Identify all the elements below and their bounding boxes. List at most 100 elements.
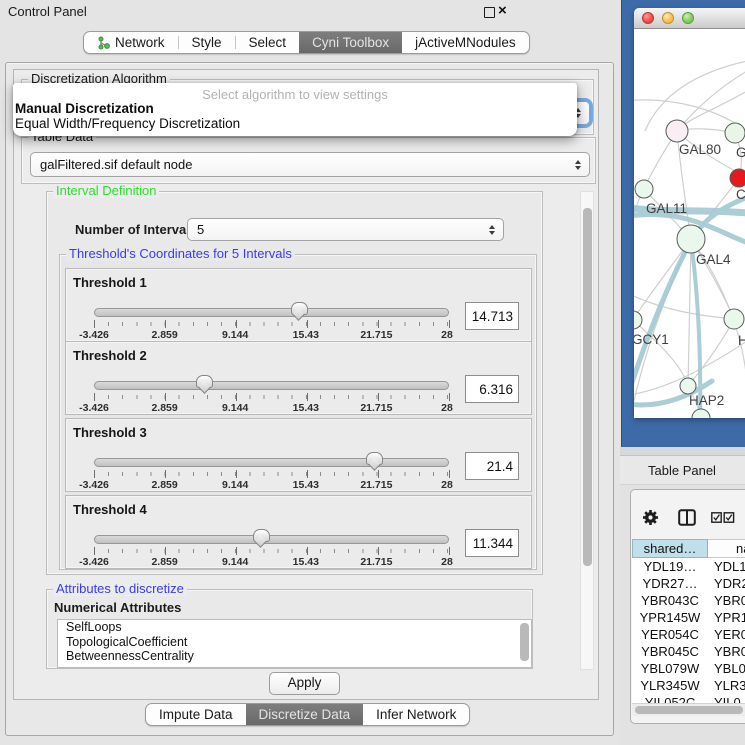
threshold-3-slider[interactable]: -3.426 2.859 9.144 15.43 21.715 28 xyxy=(94,455,449,489)
node-label: GAL11 xyxy=(646,201,687,216)
node-label: HAP2 xyxy=(689,393,724,408)
attributes-group: Attributes to discretize Numerical Attri… xyxy=(46,589,533,669)
table-row[interactable]: YBL079WYBL0 xyxy=(632,660,745,677)
threshold-4-value-field[interactable]: 11.344 xyxy=(465,529,519,557)
minimize-traffic-light-icon[interactable] xyxy=(662,12,674,24)
tab-discretize-data[interactable]: Discretize Data xyxy=(246,704,364,725)
node-partial[interactable] xyxy=(692,409,710,418)
network-window-frame: GAL80 GA C GAL11 GAL4 GCY1 H HAP2 xyxy=(621,0,745,447)
table-row[interactable]: YER054CYER0 xyxy=(632,626,745,643)
thresholds-group-title: Threshold's Coordinates for 5 Intervals xyxy=(66,247,295,261)
settings-scrollbar[interactable] xyxy=(580,191,594,670)
list-item[interactable]: BetweennessCentrality xyxy=(58,649,518,664)
tab-impute-data[interactable]: Impute Data xyxy=(146,704,246,725)
cyni-toolbox-panel: Discretization Algorithm Table Data galF… xyxy=(5,62,614,736)
table-row[interactable]: YPR145WYPR1 xyxy=(632,609,745,626)
tab-network-label: Network xyxy=(115,35,165,50)
threshold-2-slider[interactable]: -3.426 2.859 9.144 15.43 21.715 28 xyxy=(94,378,449,412)
select-columns-icon[interactable] xyxy=(711,512,735,523)
threshold-4-slider[interactable]: -3.426 2.859 9.144 15.43 21.715 28 xyxy=(94,532,449,566)
panel-title: Control Panel xyxy=(8,4,87,19)
threshold-1-slider[interactable]: -3.426 2.859 9.144 15.43 21.715 28 xyxy=(94,305,449,339)
zoom-traffic-light-icon[interactable] xyxy=(682,12,694,24)
apply-button[interactable]: Apply xyxy=(269,672,340,695)
table-panel-titlebar: Table Panel xyxy=(620,455,745,485)
threshold-3-panel: Threshold 3 -3.426 2.859 9.144 15.43 xyxy=(65,418,532,492)
numerical-attributes-label: Numerical Attributes xyxy=(54,600,181,615)
list-scrollbar[interactable] xyxy=(520,623,529,661)
control-panel-titlebar: Control Panel × xyxy=(0,0,620,24)
slider-thumb[interactable] xyxy=(291,302,308,315)
slider-thumb[interactable] xyxy=(196,375,213,388)
threshold-3-value-field[interactable]: 21.4 xyxy=(465,452,519,480)
numerical-attributes-list[interactable]: SelfLoops TopologicalCoefficient Between… xyxy=(57,619,532,668)
table-row[interactable]: YBR043CYBR0 xyxy=(632,592,745,609)
screen: Control Panel × Network Style Select Cyn… xyxy=(0,0,745,745)
threshold-4-panel: Threshold 4 -3.426 2.859 9.144 15.43 xyxy=(65,495,532,569)
list-item[interactable]: SelfLoops xyxy=(58,620,518,635)
list-item[interactable]: TopologicalCoefficient xyxy=(58,635,518,650)
node-gal80[interactable] xyxy=(666,120,688,142)
node-label: GAL80 xyxy=(679,142,721,157)
threshold-2-panel: Threshold 2 -3.426 2.859 9.144 15.43 xyxy=(65,341,532,415)
node-h[interactable] xyxy=(724,309,744,329)
close-icon[interactable]: × xyxy=(498,1,507,21)
network-graph: GAL80 GA C GAL11 GAL4 GCY1 H HAP2 xyxy=(634,29,745,418)
table-row[interactable]: YDL19…YDL1 xyxy=(632,558,745,575)
dropdown-option-equal-width-frequency[interactable]: Equal Width/Frequency Discretization xyxy=(15,116,240,131)
table-data-group: Table Data galFiltered.sif default node xyxy=(21,137,596,184)
network-window-titlebar[interactable] xyxy=(634,8,745,29)
node-ga[interactable] xyxy=(725,123,745,143)
gear-icon[interactable] xyxy=(642,509,659,526)
number-of-intervals-value: 5 xyxy=(188,222,204,237)
scrollbar-thumb[interactable] xyxy=(635,706,743,714)
node-label: GA xyxy=(736,145,745,160)
float-window-icon[interactable] xyxy=(484,7,495,18)
cyni-bottom-tabs: Impute Data Discretize Data Infer Networ… xyxy=(145,703,470,726)
tab-select[interactable]: Select xyxy=(236,32,300,53)
threshold-2-value-field[interactable]: 6.316 xyxy=(465,375,519,403)
close-traffic-light-icon[interactable] xyxy=(642,12,654,24)
node-gal4[interactable] xyxy=(677,225,705,253)
combo-arrows-icon xyxy=(575,160,581,170)
split-columns-icon[interactable] xyxy=(678,509,696,526)
node-label: C xyxy=(736,187,745,202)
node-hap2[interactable] xyxy=(680,378,696,394)
table-horizontal-scrollbar[interactable] xyxy=(632,703,745,716)
tab-cyni-toolbox[interactable]: Cyni Toolbox xyxy=(299,32,402,53)
tab-network[interactable]: Network xyxy=(84,32,178,53)
threshold-1-value-field[interactable]: 14.713 xyxy=(465,302,519,330)
algorithm-dropdown-popup: Select algorithm to view settings Manual… xyxy=(13,83,577,136)
scrollbar-thumb[interactable] xyxy=(583,208,592,566)
table-row[interactable]: YDR27…YDR2 xyxy=(632,575,745,592)
table-header-row: shared… na xyxy=(632,539,745,558)
spinner-arrows-icon xyxy=(489,225,495,235)
table-data-value: galFiltered.sif default node xyxy=(31,157,192,172)
column-header-name[interactable]: na xyxy=(708,539,745,558)
table-row[interactable]: YBR045CYBR0 xyxy=(632,643,745,660)
table-row[interactable]: YLR345WYLR3 xyxy=(632,677,745,694)
table-rows: YDL19…YDL1 YDR27…YDR2 YBR043CYBR0 YPR145… xyxy=(632,558,745,703)
node-red[interactable] xyxy=(730,169,745,187)
threshold-1-panel: Threshold 1 -3.426 2.859 9.144 15.43 xyxy=(65,268,532,342)
slider-thumb[interactable] xyxy=(253,529,270,542)
table-panel-title: Table Panel xyxy=(648,463,716,478)
table-row[interactable]: YIL052CYIL0 xyxy=(632,694,745,703)
number-of-intervals-spinner[interactable]: 5 xyxy=(187,218,504,241)
thresholds-group: Threshold's Coordinates for 5 Intervals … xyxy=(59,254,537,570)
dropdown-option-manual-discretization[interactable]: Manual Discretization xyxy=(15,101,154,116)
network-canvas[interactable]: GAL80 GA C GAL11 GAL4 GCY1 H HAP2 xyxy=(634,29,745,418)
tab-jactivemnodules[interactable]: jActiveMNodules xyxy=(402,32,529,53)
network-icon xyxy=(97,36,110,50)
node-gal11[interactable] xyxy=(635,180,653,198)
control-panel-tabs: Network Style Select Cyni Toolbox jActiv… xyxy=(83,31,530,54)
tab-infer-network[interactable]: Infer Network xyxy=(363,704,469,725)
tab-style[interactable]: Style xyxy=(179,32,235,53)
discretize-data-panel: Discretization Algorithm Table Data galF… xyxy=(13,69,599,700)
node-label: GAL4 xyxy=(696,252,731,267)
network-view-window: GAL80 GA C GAL11 GAL4 GCY1 H HAP2 xyxy=(634,8,745,418)
table-data-combobox[interactable]: galFiltered.sif default node xyxy=(30,152,590,177)
column-header-shared-name[interactable]: shared… xyxy=(632,539,708,558)
dropdown-hint: Select algorithm to view settings xyxy=(13,87,577,102)
slider-thumb[interactable] xyxy=(366,452,383,465)
